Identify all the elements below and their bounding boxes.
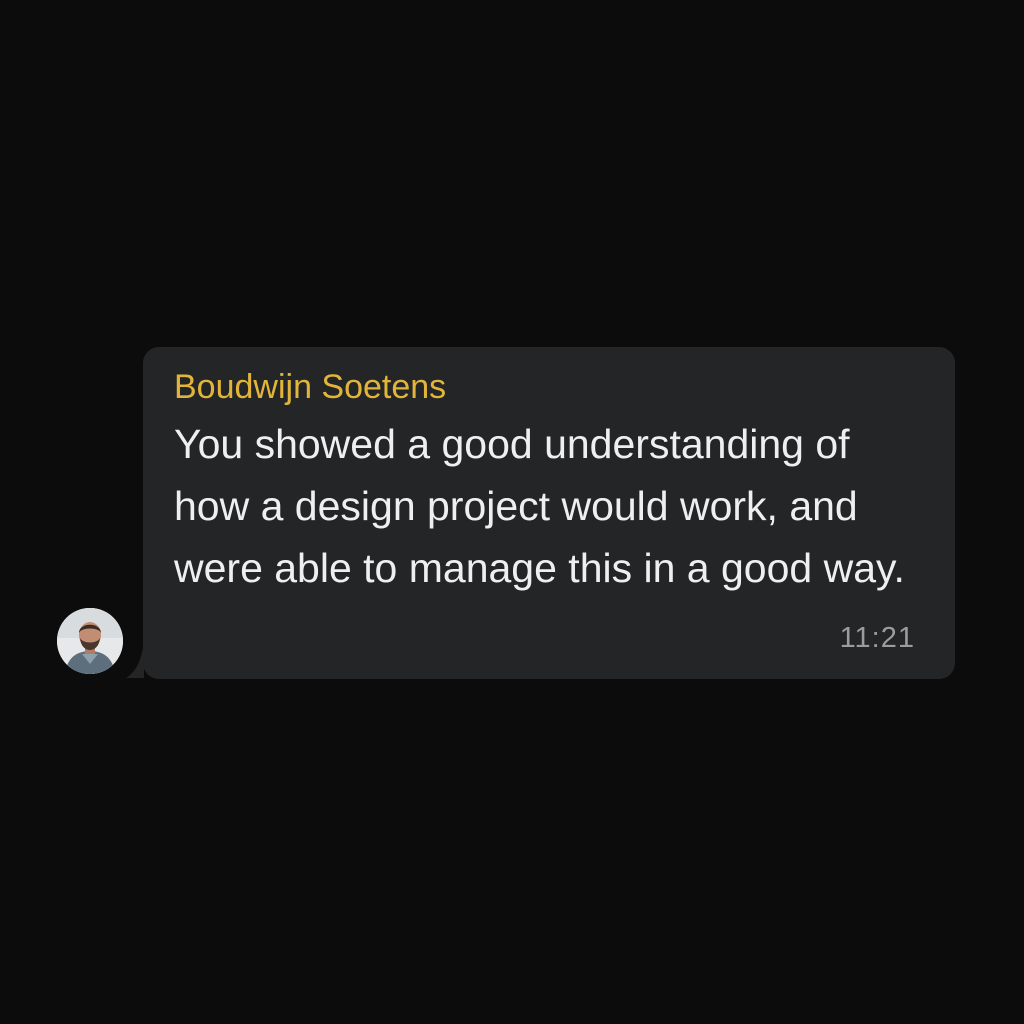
sender-avatar[interactable] xyxy=(57,608,123,674)
message-text: You showed a good understanding of how a… xyxy=(174,421,905,591)
person-avatar-icon xyxy=(57,608,123,674)
sender-name[interactable]: Boudwijn Soetens xyxy=(174,367,446,407)
message-timestamp: 11:21 xyxy=(839,622,915,654)
chat-screen: Boudwijn Soetens You showed a good under… xyxy=(0,0,1024,1024)
message-bubble[interactable]: Boudwijn Soetens You showed a good under… xyxy=(143,347,955,679)
